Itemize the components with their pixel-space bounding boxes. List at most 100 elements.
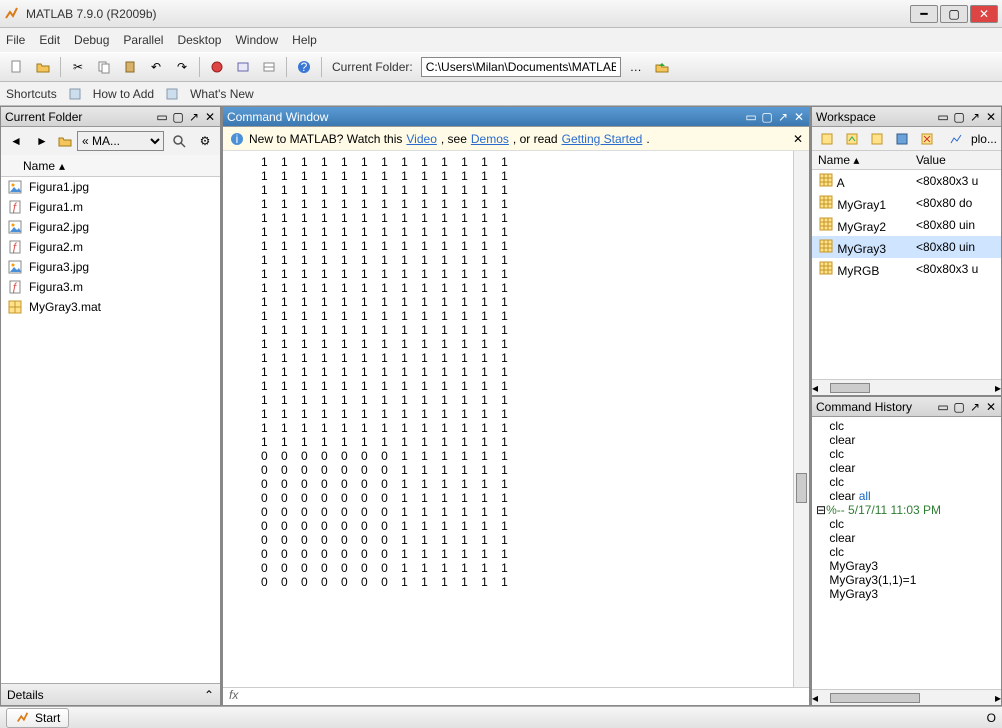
workspace-table[interactable]: Name ▴ Value A<80x80x3 u MyGray1<80x80 d… [812, 151, 1001, 379]
menu-edit[interactable]: Edit [39, 33, 60, 47]
plot-icon[interactable] [946, 128, 967, 150]
copy-icon[interactable] [93, 56, 115, 78]
history-line[interactable]: clc [816, 419, 997, 433]
folder-dropdown-button[interactable]: … [625, 56, 647, 78]
panel-close-icon[interactable]: ✕ [985, 401, 997, 413]
command-history-body[interactable]: clc clear clc clear clc clear all⊟%-- 5/… [812, 417, 1001, 689]
forward-icon[interactable]: ► [31, 130, 53, 152]
ws-name-header[interactable]: Name ▴ [812, 151, 910, 170]
history-line[interactable]: clc [816, 517, 997, 531]
horizontal-scrollbar[interactable]: ◂ ▸ [812, 689, 1001, 705]
info-close-icon[interactable]: ✕ [793, 132, 803, 146]
history-line[interactable]: MyGray3 [816, 587, 997, 601]
file-item[interactable]: ƒFigura2.m [1, 237, 220, 257]
menu-help[interactable]: Help [292, 33, 317, 47]
simulink-icon[interactable] [206, 56, 228, 78]
panel-maximize-icon[interactable]: ↗ [777, 111, 789, 123]
history-line[interactable]: clear all [816, 489, 997, 503]
ws-value-header[interactable]: Value [910, 151, 1001, 170]
minimize-button[interactable]: ━ [910, 5, 938, 23]
file-item[interactable]: ƒFigura1.m [1, 197, 220, 217]
workspace-var-row[interactable]: MyRGB<80x80x3 u [812, 258, 1001, 280]
panel-minimize-icon[interactable]: ▭ [156, 111, 168, 123]
search-icon[interactable] [168, 130, 190, 152]
history-line[interactable]: clear [816, 461, 997, 475]
shortcut-link[interactable]: How to Add [93, 87, 154, 101]
panel-dock-icon[interactable]: ▢ [172, 111, 184, 123]
menu-file[interactable]: File [6, 33, 25, 47]
close-button[interactable]: ✕ [970, 5, 998, 23]
panel-close-icon[interactable]: ✕ [204, 111, 216, 123]
open-var-icon[interactable] [841, 128, 862, 150]
file-item[interactable]: Figura3.jpg [1, 257, 220, 277]
gear-icon[interactable]: ⚙ [194, 130, 216, 152]
scroll-left-icon[interactable]: ◂ [812, 381, 818, 395]
delete-var-icon[interactable] [917, 128, 938, 150]
history-line[interactable]: clear [816, 531, 997, 545]
folder-breadcrumb-select[interactable]: « MA... [77, 131, 164, 151]
history-line[interactable]: MyGray3(1,1)=1 [816, 573, 997, 587]
start-button[interactable]: Start [6, 708, 69, 728]
go-up-folder-icon[interactable] [651, 56, 673, 78]
menu-window[interactable]: Window [235, 33, 278, 47]
new-var-icon[interactable] [816, 128, 837, 150]
workspace-var-row[interactable]: MyGray3<80x80 uin [812, 236, 1001, 258]
vertical-scrollbar[interactable] [793, 151, 809, 687]
panel-maximize-icon[interactable]: ↗ [969, 111, 981, 123]
shortcut-link[interactable]: What's New [190, 87, 254, 101]
panel-close-icon[interactable]: ✕ [985, 111, 997, 123]
profiler-icon[interactable] [258, 56, 280, 78]
menu-desktop[interactable]: Desktop [177, 33, 221, 47]
video-link[interactable]: Video [406, 132, 436, 146]
scrollbar-thumb[interactable] [830, 693, 920, 703]
sort-asc-icon[interactable]: ▴ [59, 159, 65, 173]
file-item[interactable]: ƒFigura3.m [1, 277, 220, 297]
history-line[interactable]: clc [816, 545, 997, 559]
scrollbar-thumb[interactable] [830, 383, 870, 393]
menu-parallel[interactable]: Parallel [123, 33, 163, 47]
workspace-var-row[interactable]: MyGray1<80x80 do [812, 192, 1001, 214]
history-line[interactable]: ⊟%-- 5/17/11 11:03 PM [816, 503, 997, 517]
scrollbar-thumb[interactable] [796, 473, 807, 503]
history-line[interactable]: MyGray3 [816, 559, 997, 573]
panel-dock-icon[interactable]: ▢ [761, 111, 773, 123]
redo-icon[interactable]: ↷ [171, 56, 193, 78]
history-line[interactable]: clc [816, 475, 997, 489]
shortcut-link[interactable]: Shortcuts [6, 87, 57, 101]
open-folder-icon[interactable] [32, 56, 54, 78]
help-icon[interactable]: ? [293, 56, 315, 78]
horizontal-scrollbar[interactable]: ◂ ▸ [812, 379, 1001, 395]
panel-dock-icon[interactable]: ▢ [953, 401, 965, 413]
scroll-right-icon[interactable]: ▸ [995, 381, 1001, 395]
menu-debug[interactable]: Debug [74, 33, 109, 47]
panel-minimize-icon[interactable]: ▭ [937, 111, 949, 123]
maximize-button[interactable]: ▢ [940, 5, 968, 23]
getting-started-link[interactable]: Getting Started [562, 132, 643, 146]
file-list[interactable]: Figura1.jpgƒFigura1.mFigura2.jpgƒFigura2… [1, 177, 220, 683]
fx-prompt[interactable]: fx [223, 687, 809, 705]
panel-dock-icon[interactable]: ▢ [953, 111, 965, 123]
history-line[interactable]: clc [816, 447, 997, 461]
workspace-var-row[interactable]: MyGray2<80x80 uin [812, 214, 1001, 236]
command-window-body[interactable]: 1 1 1 1 1 1 1 1 1 1 1 1 1 1 1 1 1 1 1 1 … [223, 151, 809, 687]
panel-minimize-icon[interactable]: ▭ [745, 111, 757, 123]
scroll-left-icon[interactable]: ◂ [812, 691, 818, 705]
import-icon[interactable] [866, 128, 887, 150]
save-ws-icon[interactable] [891, 128, 912, 150]
history-line[interactable]: clear [816, 433, 997, 447]
new-file-icon[interactable] [6, 56, 28, 78]
file-item[interactable]: Figura1.jpg [1, 177, 220, 197]
panel-minimize-icon[interactable]: ▭ [937, 401, 949, 413]
panel-maximize-icon[interactable]: ↗ [188, 111, 200, 123]
panel-maximize-icon[interactable]: ↗ [969, 401, 981, 413]
guide-icon[interactable] [232, 56, 254, 78]
back-icon[interactable]: ◄ [5, 130, 27, 152]
current-folder-input[interactable] [421, 57, 621, 77]
cut-icon[interactable]: ✂ [67, 56, 89, 78]
file-item[interactable]: Figura2.jpg [1, 217, 220, 237]
details-header[interactable]: Details ⌃ [1, 683, 220, 705]
file-item[interactable]: MyGray3.mat [1, 297, 220, 317]
undo-icon[interactable]: ↶ [145, 56, 167, 78]
file-list-header[interactable]: Name ▴ [1, 155, 220, 177]
demos-link[interactable]: Demos [471, 132, 509, 146]
